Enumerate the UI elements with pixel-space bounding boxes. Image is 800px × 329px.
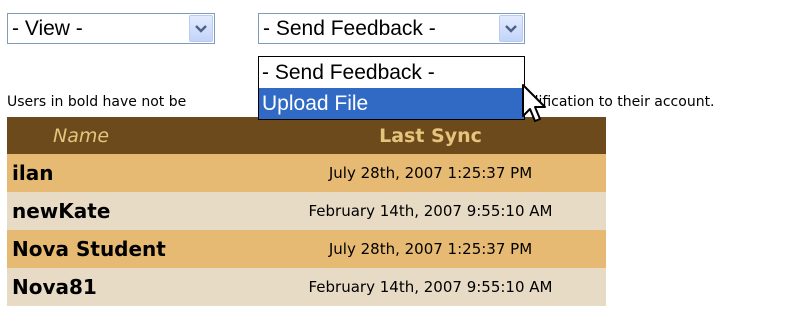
feedback-select-dropdown-button[interactable] xyxy=(499,15,523,42)
last-sync: February 14th, 2007 9:55:10 AM xyxy=(308,202,553,220)
user-name: Nova Student xyxy=(12,237,166,261)
view-select-dropdown-button[interactable] xyxy=(189,15,213,42)
last-sync: February 14th, 2007 9:55:10 AM xyxy=(308,278,553,296)
chevron-down-icon xyxy=(505,24,517,33)
feedback-select-value: - Send Feedback - xyxy=(263,17,436,40)
feedback-select[interactable]: - Send Feedback - xyxy=(258,13,525,44)
option-upload-file[interactable]: Upload File xyxy=(259,88,524,119)
table-row[interactable]: Nova81 February 14th, 2007 9:55:10 AM xyxy=(7,268,606,306)
view-select-value: - View - xyxy=(12,17,83,40)
view-select[interactable]: - View - xyxy=(7,13,215,44)
table-header: Name Last Sync xyxy=(7,117,606,154)
last-sync: July 28th, 2007 1:25:37 PM xyxy=(328,164,533,182)
chevron-down-icon xyxy=(195,24,207,33)
feedback-dropdown-list: - Send Feedback - Upload File xyxy=(258,56,525,120)
option-send-feedback[interactable]: - Send Feedback - xyxy=(259,57,524,88)
users-table: Name Last Sync ilan July 28th, 2007 1:25… xyxy=(7,117,606,306)
column-header-last-sync[interactable]: Last Sync xyxy=(255,125,606,147)
table-row[interactable]: Nova Student July 28th, 2007 1:25:37 PM xyxy=(7,230,606,268)
table-row[interactable]: ilan July 28th, 2007 1:25:37 PM xyxy=(7,154,606,192)
user-name: newKate xyxy=(12,199,111,223)
info-text-start: Users in bold have not be xyxy=(7,94,187,110)
last-sync: July 28th, 2007 1:25:37 PM xyxy=(328,240,533,258)
table-row[interactable]: newKate February 14th, 2007 9:55:10 AM xyxy=(7,192,606,230)
user-name: Nova81 xyxy=(12,275,97,299)
column-header-name[interactable]: Name xyxy=(7,125,255,147)
user-name: ilan xyxy=(12,161,54,185)
mouse-pointer-icon xyxy=(522,84,546,122)
